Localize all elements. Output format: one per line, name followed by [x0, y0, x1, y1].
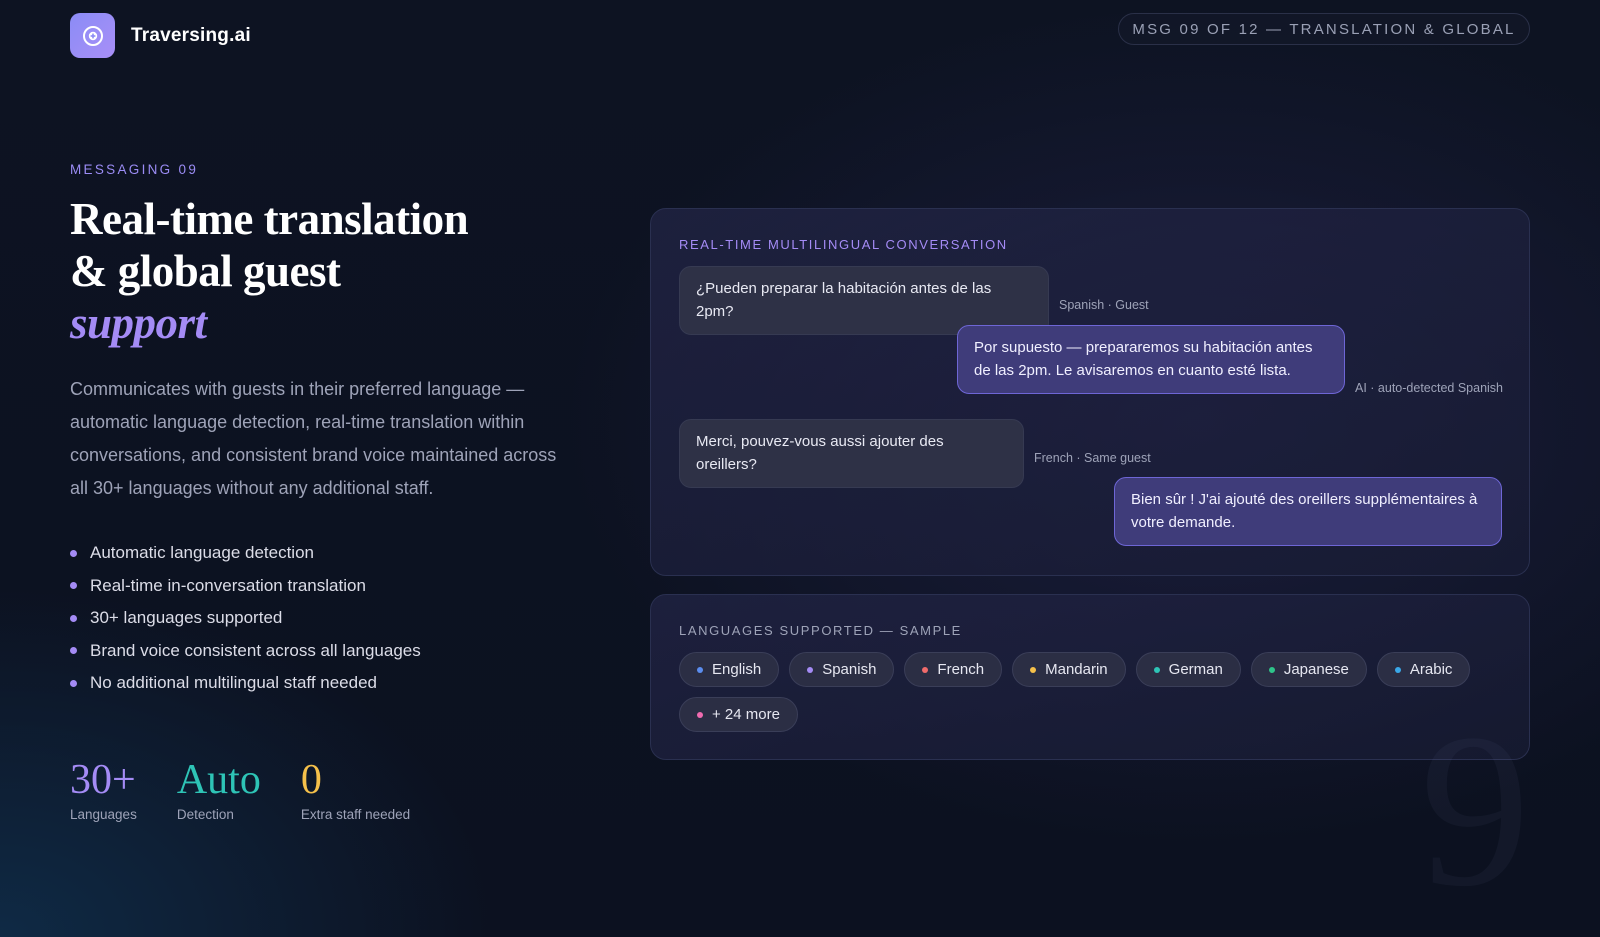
headline-line-2: & global guest — [70, 246, 341, 296]
bullet-dot-icon — [70, 679, 77, 687]
language-chip-german[interactable]: German — [1135, 652, 1241, 687]
languages-title: LANGUAGES SUPPORTED — SAMPLE — [679, 623, 962, 638]
feature-list: Automatic language detection Real-time i… — [70, 537, 421, 700]
stat-label: Languages — [70, 807, 137, 822]
feature-item: No additional multilingual staff needed — [70, 667, 421, 700]
slide-number-watermark: 9 — [1420, 688, 1530, 932]
dot-icon — [697, 666, 703, 673]
stat-detection: Auto Detection — [177, 757, 261, 822]
dot-icon — [1030, 666, 1037, 673]
language-chip-mandarin[interactable]: Mandarin — [1012, 652, 1126, 687]
brand-name: Traversing.ai — [131, 24, 251, 46]
hero-description: Communicates with guests in their prefer… — [70, 379, 557, 498]
stats-row: 30+ Languages Auto Detection 0 Extra sta… — [70, 757, 450, 822]
message-meta: French · Same guest — [1034, 451, 1151, 465]
dot-icon — [697, 711, 703, 718]
stat-extra-staff: 0 Extra staff needed — [301, 757, 410, 822]
language-chip-japanese[interactable]: Japanese — [1250, 652, 1367, 687]
dot-icon — [807, 666, 814, 673]
message-meta: AI · auto-detected Spanish — [1355, 381, 1504, 395]
message-meta: Spanish · Guest — [1059, 298, 1149, 312]
brand-logo[interactable]: Traversing.ai — [70, 13, 251, 58]
feature-item: Brand voice consistent across all langua… — [70, 635, 421, 668]
language-chip-list: English Spanish French Mandarin German J… — [679, 652, 1499, 732]
feature-item: Automatic language detection — [70, 537, 421, 570]
stat-value: 0 — [300, 757, 322, 803]
dot-icon — [1268, 666, 1275, 673]
feature-item: Real-time in-conversation translation — [70, 570, 421, 603]
conversation-title: REAL-TIME MULTILINGUAL CONVERSATION — [679, 237, 1008, 252]
section-eyebrow: MESSAGING 09 — [70, 162, 199, 177]
bullet-dot-icon — [70, 549, 77, 557]
bullet-dot-icon — [70, 582, 77, 590]
dot-icon — [922, 666, 929, 673]
language-chip-spanish[interactable]: Spanish — [789, 652, 895, 687]
language-chip-more[interactable]: + 24 more — [679, 697, 798, 732]
stat-label: Detection — [176, 807, 234, 822]
bullet-dot-icon — [70, 614, 77, 622]
plus-circle-icon — [70, 13, 115, 58]
message-bubble-ai: Por supuesto — prepararemos su habitació… — [957, 325, 1345, 394]
feature-item: 30+ languages supported — [70, 602, 421, 635]
message-bubble-ai: Bien sûr ! J'ai ajouté des oreillers sup… — [1114, 477, 1502, 546]
language-chip-french[interactable]: French — [904, 652, 1003, 687]
bullet-dot-icon — [70, 647, 77, 655]
language-chip-arabic[interactable]: Arabic — [1376, 652, 1471, 687]
headline-accent: support — [70, 298, 207, 348]
message-bubble-guest: Merci, pouvez-vous aussi ajouter des ore… — [679, 419, 1024, 488]
headline-line-1: Real-time translation — [70, 194, 469, 244]
stat-languages: 30+ Languages — [70, 757, 137, 822]
dot-icon — [1394, 666, 1401, 673]
dot-icon — [1153, 666, 1160, 673]
stat-value: Auto — [176, 757, 261, 803]
language-chip-english[interactable]: English — [679, 652, 780, 687]
stat-label: Extra staff needed — [300, 807, 411, 822]
conversation-panel: REAL-TIME MULTILINGUAL CONVERSATION ¿Pue… — [650, 208, 1530, 576]
languages-panel: LANGUAGES SUPPORTED — SAMPLE English Spa… — [650, 594, 1530, 760]
slide-progress-badge: MSG 09 OF 12 — TRANSLATION & GLOBAL — [1118, 13, 1530, 45]
page-title: Real-time translation & global guest sup… — [70, 193, 590, 349]
stat-value: 30+ — [70, 757, 136, 803]
